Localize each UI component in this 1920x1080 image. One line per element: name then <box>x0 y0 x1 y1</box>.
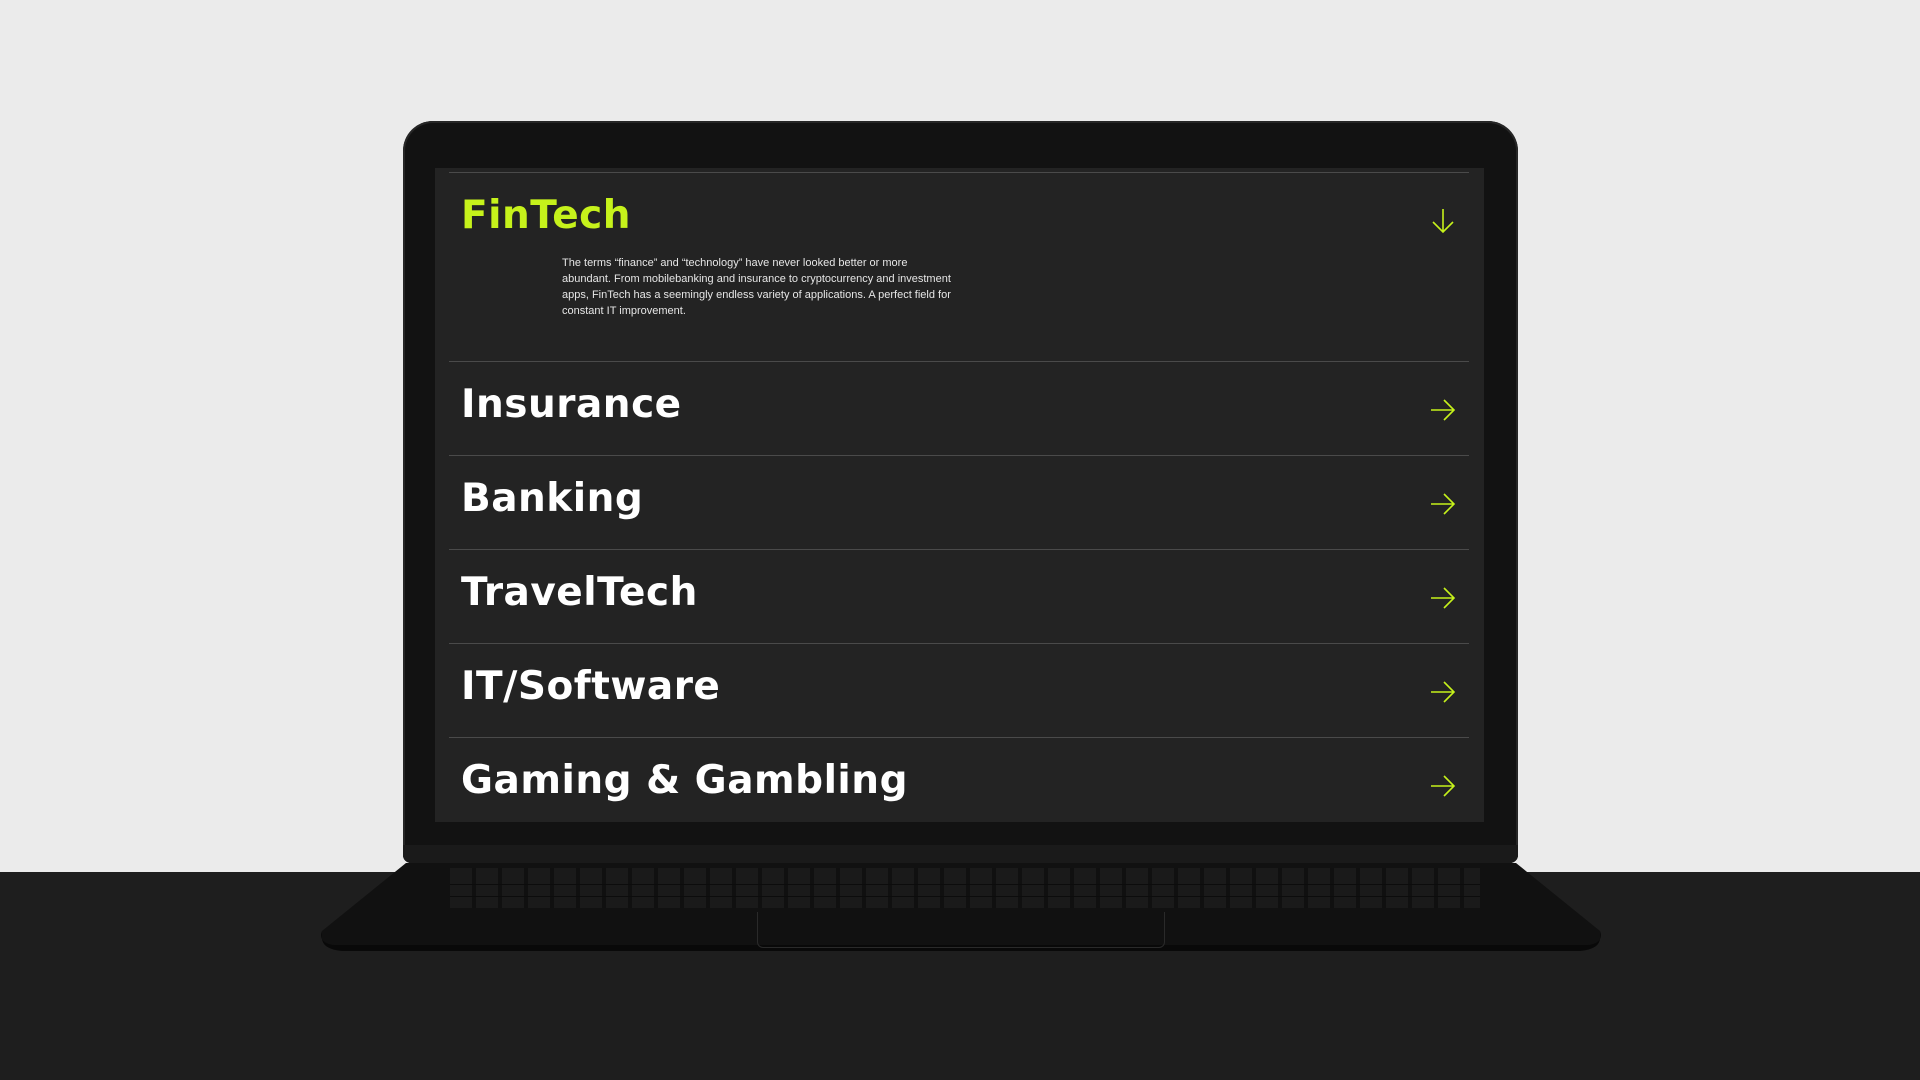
arrow-right-icon[interactable] <box>1427 394 1459 426</box>
industries-accordion: FinTech The terms “finance” and “technol… <box>449 172 1469 822</box>
arrow-down-icon[interactable] <box>1427 205 1459 237</box>
accordion-item-title[interactable]: Banking <box>461 476 643 521</box>
accordion-item-title[interactable]: IT/Software <box>461 664 720 709</box>
accordion-item-insurance[interactable]: Insurance <box>449 361 1469 455</box>
laptop-screen: FinTech The terms “finance” and “technol… <box>435 168 1484 822</box>
keyboard <box>450 868 1480 908</box>
accordion-item-title[interactable]: FinTech <box>461 193 631 238</box>
accordion-item-title[interactable]: Gaming & Gambling <box>461 758 908 803</box>
accordion-item-title[interactable]: Insurance <box>461 382 682 427</box>
accordion-item-gaming-gambling[interactable]: Gaming & Gambling <box>449 737 1469 822</box>
arrow-right-icon[interactable] <box>1427 582 1459 614</box>
trackpad <box>757 912 1165 948</box>
accordion-item-traveltech[interactable]: TravelTech <box>449 549 1469 643</box>
laptop-hinge <box>403 845 1518 863</box>
accordion-item-description: The terms “finance” and “technology” hav… <box>562 257 951 317</box>
arrow-right-icon[interactable] <box>1427 770 1459 802</box>
accordion-item-banking[interactable]: Banking <box>449 455 1469 549</box>
keyboard-row-divider <box>450 884 1480 885</box>
accordion-item-title[interactable]: TravelTech <box>461 570 698 615</box>
keyboard-row-divider <box>450 896 1480 897</box>
accordion-item-it-software[interactable]: IT/Software <box>449 643 1469 737</box>
accordion-item-fintech[interactable]: FinTech The terms “finance” and “technol… <box>449 172 1469 361</box>
arrow-right-icon[interactable] <box>1427 676 1459 708</box>
arrow-right-icon[interactable] <box>1427 488 1459 520</box>
